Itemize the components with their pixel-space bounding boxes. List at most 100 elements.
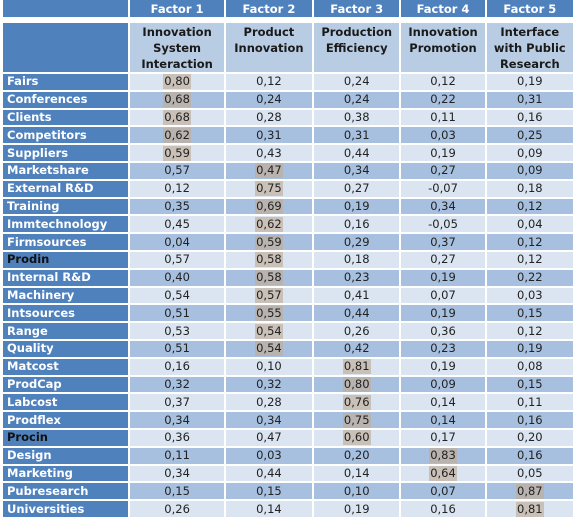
- highlighted-loading: 0,64: [429, 465, 457, 481]
- row-label: Marketing: [3, 465, 129, 482]
- loading-cell: 0,34: [314, 162, 400, 179]
- loading-cell: 0,16: [486, 412, 573, 428]
- loading-cell: 0,68: [130, 91, 224, 108]
- loading-cell: 0,45: [130, 216, 224, 233]
- row-label: Design: [3, 447, 129, 464]
- loading-cell: 0,28: [225, 394, 313, 411]
- loading-cell: 0,35: [130, 198, 224, 215]
- row-label: Quality: [3, 340, 129, 357]
- row-label: Conferences: [3, 91, 129, 108]
- highlighted-loading: 0,54: [255, 323, 283, 339]
- table-row: Marketshare 0,57 0,47 0,34 0,27 0,09: [3, 162, 573, 179]
- loading-cell: 0,11: [401, 109, 485, 126]
- loading-cell: 0,17: [401, 429, 485, 446]
- loading-cell: 0,07: [401, 483, 485, 500]
- factor-header-row: Factor 1 Factor 2 Factor 3 Factor 4 Fact…: [3, 0, 573, 17]
- table-row: Range 0,53 0,54 0,26 0,36 0,12: [3, 323, 573, 339]
- loading-cell: 0,03: [486, 287, 573, 304]
- loading-cell: 0,16: [130, 358, 224, 375]
- loading-cell: 0,59: [225, 234, 313, 250]
- loading-cell: 0,68: [130, 109, 224, 126]
- loading-cell: 0,28: [225, 109, 313, 126]
- table-row: Universities 0,26 0,14 0,19 0,16 0,81: [3, 501, 573, 517]
- loading-cell: 0,31: [314, 127, 400, 144]
- factor-name-line: Innovation: [142, 25, 212, 39]
- loading-cell: 0,27: [314, 180, 400, 197]
- loading-cell: 0,26: [314, 323, 400, 339]
- highlighted-loading: 0,59: [255, 234, 283, 250]
- loading-cell: 0,24: [225, 91, 313, 108]
- row-label: Fairs: [3, 74, 129, 90]
- loading-cell: 0,04: [486, 216, 573, 233]
- loading-cell: 0,69: [225, 198, 313, 215]
- loading-cell: 0,54: [130, 287, 224, 304]
- loading-cell: 0,03: [225, 447, 313, 464]
- highlighted-loading: 0,80: [163, 74, 191, 90]
- factor-header: Factor 5: [486, 0, 573, 17]
- table-row: Marketing 0,34 0,44 0,14 0,64 0,05: [3, 465, 573, 482]
- highlighted-loading: 0,87: [516, 483, 544, 499]
- loading-cell: 0,41: [314, 287, 400, 304]
- highlighted-loading: 0,80: [342, 376, 371, 392]
- loading-cell: 0,15: [225, 483, 313, 500]
- loading-cell: 0,14: [401, 412, 485, 428]
- table-row: Procin 0,36 0,47 0,60 0,17 0,20: [3, 429, 573, 446]
- loading-cell: 0,80: [130, 74, 224, 90]
- highlighted-loading: 0,47: [255, 163, 283, 179]
- table-row: Labcost 0,37 0,28 0,76 0,14 0,11: [3, 394, 573, 411]
- loading-cell: 0,16: [401, 501, 485, 517]
- loading-cell: 0,54: [225, 323, 313, 339]
- table-row: Internal R&D 0,40 0,58 0,23 0,19 0,22: [3, 269, 573, 286]
- factor-name-line: System: [153, 41, 202, 55]
- factor-name: Innovation Promotion: [401, 23, 485, 72]
- table-row: Conferences 0,68 0,24 0,24 0,22 0,31: [3, 91, 573, 108]
- loading-cell: 0,42: [314, 340, 400, 357]
- row-label: Prodflex: [3, 412, 129, 428]
- factor-name-row: Innovation System Interaction Product In…: [3, 23, 573, 72]
- loading-cell: 0,12: [225, 74, 313, 90]
- row-label: Competitors: [3, 127, 129, 144]
- loading-cell: 0,19: [486, 74, 573, 90]
- loading-cell: 0,34: [130, 412, 224, 428]
- factor-name-line: Product: [243, 25, 295, 39]
- loading-cell: 0,29: [314, 234, 400, 250]
- row-label: Matcost: [3, 358, 129, 375]
- loading-cell: 0,36: [401, 323, 485, 339]
- row-label: External R&D: [3, 180, 129, 197]
- table-row: Quality 0,51 0,54 0,42 0,23 0,19: [3, 340, 573, 357]
- corner-cell: [3, 0, 129, 17]
- row-label: Machinery: [3, 287, 129, 304]
- loading-cell: 0,38: [314, 109, 400, 126]
- loading-cell: 0,59: [130, 145, 224, 161]
- loading-cell: 0,15: [486, 305, 573, 322]
- factor-name: Interface with Public Research: [486, 23, 573, 72]
- table-row: Matcost 0,16 0,10 0,81 0,19 0,08: [3, 358, 573, 375]
- loading-cell: 0,11: [130, 447, 224, 464]
- loading-cell: 0,12: [486, 323, 573, 339]
- highlighted-loading: 0,75: [255, 181, 283, 197]
- factor-name-line: Innovation: [408, 25, 478, 39]
- loading-cell: 0,54: [225, 340, 313, 357]
- loading-cell: 0,32: [225, 376, 313, 393]
- loading-cell: -0,05: [401, 216, 485, 233]
- loading-cell: 0,64: [401, 465, 485, 482]
- loading-cell: 0,09: [401, 376, 485, 393]
- table-row: Pubresearch 0,15 0,15 0,10 0,07 0,87: [3, 483, 573, 500]
- loading-cell: 0,44: [314, 145, 400, 161]
- loading-cell: 0,12: [401, 74, 485, 90]
- table-row: Intsources 0,51 0,55 0,44 0,19 0,15: [3, 305, 573, 322]
- row-label: ProdCap: [3, 376, 129, 393]
- factor-name-line: with Public: [493, 41, 566, 55]
- loading-cell: 0,23: [401, 340, 485, 357]
- loading-cell: 0,20: [314, 447, 400, 464]
- row-label: Immtechnology: [3, 216, 129, 233]
- highlighted-loading: 0,81: [516, 501, 544, 517]
- loading-cell: 0,11: [486, 394, 573, 411]
- loading-cell: 0,47: [225, 162, 313, 179]
- loading-cell: 0,15: [130, 483, 224, 500]
- loading-cell: 0,04: [130, 234, 224, 250]
- loading-cell: 0,53: [130, 323, 224, 339]
- factor-header: Factor 2: [225, 0, 313, 17]
- loading-cell: 0,18: [486, 180, 573, 197]
- loading-cell: 0,55: [225, 305, 313, 322]
